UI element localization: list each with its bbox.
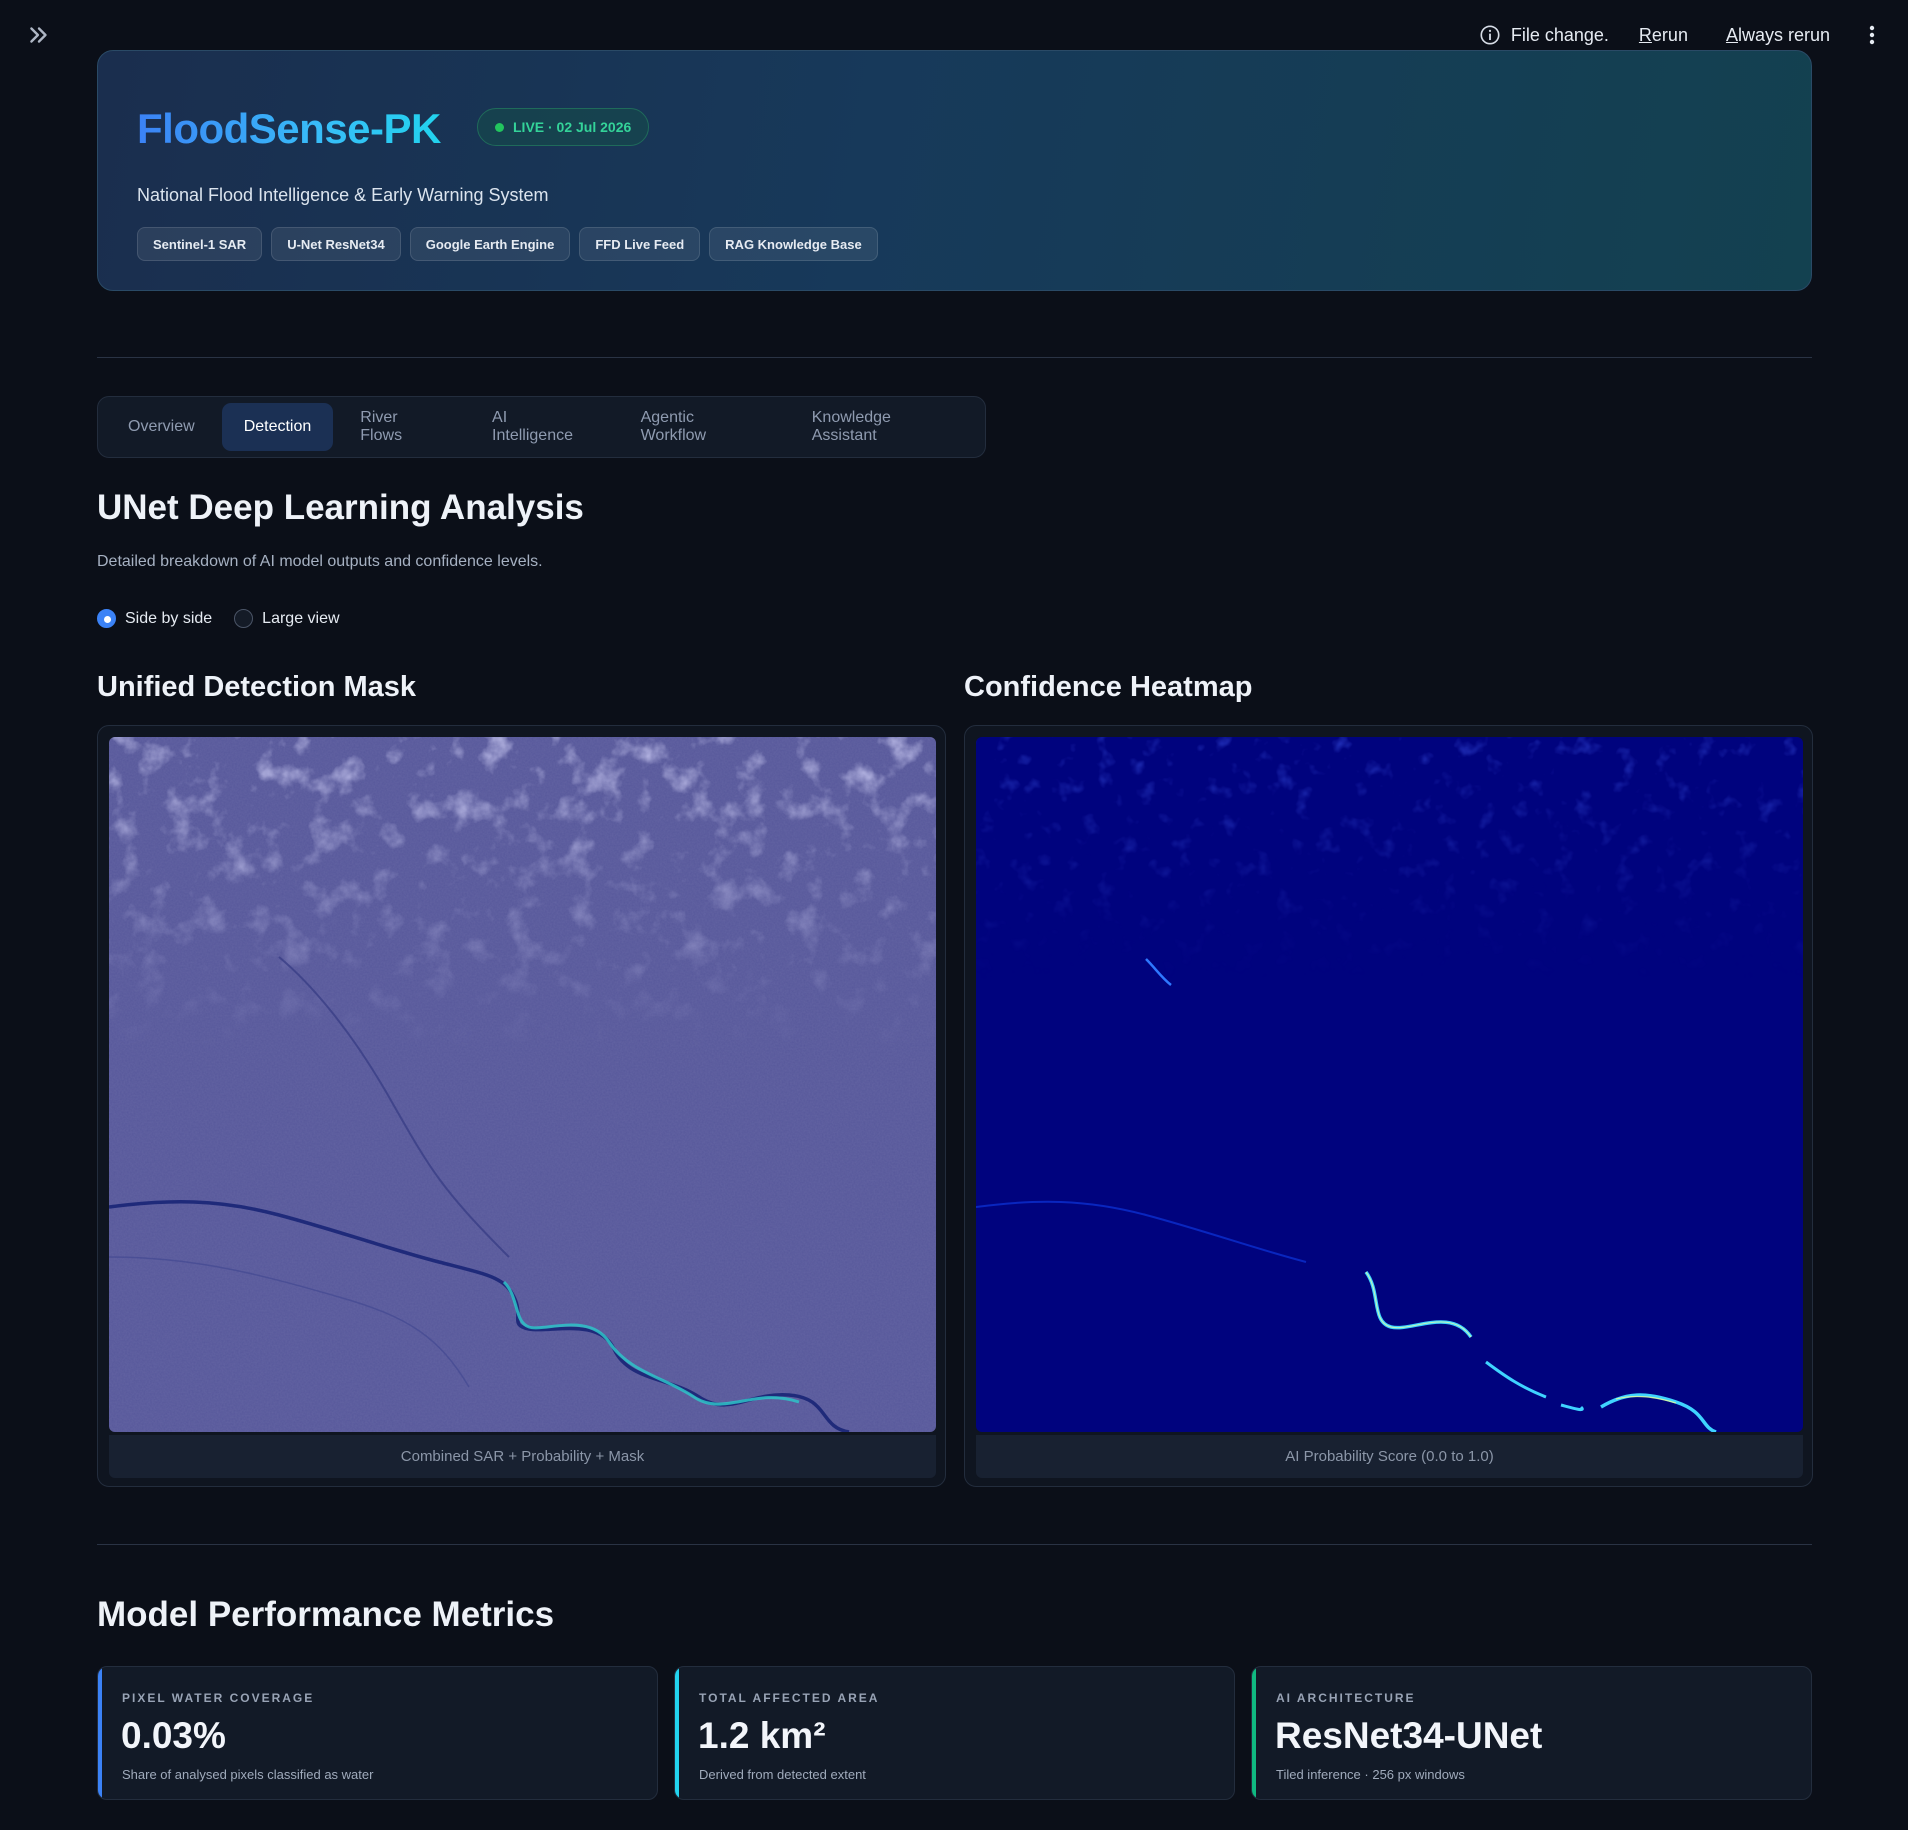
file-change-text: File change. <box>1510 24 1609 45</box>
radio-selected-icon <box>97 609 116 628</box>
metric-accent-bar <box>1252 1667 1256 1799</box>
rerun-button[interactable]: Rerun <box>1639 25 1688 46</box>
tab-knowledge-assistant[interactable]: Knowledge Assistant <box>790 403 980 451</box>
mask-panel-title: Unified Detection Mask <box>97 671 417 703</box>
metric-card-water-coverage: PIXEL WATER COVERAGE 0.03% Share of anal… <box>97 1666 658 1800</box>
metric-card-architecture: AI ARCHITECTURE ResNet34-UNet Tiled infe… <box>1251 1666 1812 1800</box>
tab-ai-intelligence[interactable]: AI Intelligence <box>470 403 614 451</box>
radio-label: Large view <box>262 609 340 627</box>
divider <box>97 1544 1812 1545</box>
tab-detection[interactable]: Detection <box>221 403 334 451</box>
app-subtitle: National Flood Intelligence & Early Warn… <box>137 185 549 205</box>
heatmap-caption: AI Probability Score (0.0 to 1.0) <box>976 1435 1803 1478</box>
tech-tags: Sentinel-1 SAR U-Net ResNet34 Google Ear… <box>137 227 878 261</box>
metric-note: Share of analysed pixels classified as w… <box>122 1767 374 1782</box>
metric-accent-bar <box>98 1667 102 1799</box>
tab-agentic-workflow[interactable]: Agentic Workflow <box>619 403 785 451</box>
live-badge-text: LIVE · 02 Jul 2026 <box>513 119 632 135</box>
metric-card-affected-area: TOTAL AFFECTED AREA 1.2 km² Derived from… <box>674 1666 1235 1800</box>
metrics-title: Model Performance Metrics <box>97 1595 555 1634</box>
metric-value: 1.2 km² <box>698 1715 826 1756</box>
confidence-heatmap-image <box>976 737 1803 1432</box>
metric-note: Tiled inference · 256 px windows <box>1276 1767 1465 1782</box>
live-status-badge: LIVE · 02 Jul 2026 <box>477 108 650 146</box>
file-change-status: File change. <box>1479 24 1609 46</box>
tab-river-flows[interactable]: River Flows <box>338 403 465 451</box>
mask-caption: Combined SAR + Probability + Mask <box>109 1435 936 1478</box>
metric-value: 0.03% <box>121 1715 226 1756</box>
metric-label: AI ARCHITECTURE <box>1276 1691 1416 1705</box>
confidence-heatmap-panel: AI Probability Score (0.0 to 1.0) <box>964 725 1813 1487</box>
tab-overview[interactable]: Overview <box>106 403 217 451</box>
radio-side-by-side[interactable]: Side by side <box>97 609 212 628</box>
main-menu-icon[interactable] <box>1868 24 1876 46</box>
detection-mask-panel: Combined SAR + Probability + Mask <box>97 725 946 1487</box>
metric-label: PIXEL WATER COVERAGE <box>122 1691 315 1705</box>
tag-sentinel: Sentinel-1 SAR <box>137 227 263 261</box>
detection-mask-image <box>109 737 936 1432</box>
info-icon <box>1480 25 1500 45</box>
section-description: Detailed breakdown of AI model outputs a… <box>97 553 543 570</box>
radio-large-view[interactable]: Large view <box>234 609 340 628</box>
expand-sidebar-icon[interactable] <box>26 22 52 48</box>
metric-note: Derived from detected extent <box>699 1767 866 1782</box>
always-rerun-button[interactable]: Always rerun <box>1726 25 1830 46</box>
metric-accent-bar <box>675 1667 679 1799</box>
hero-banner: FloodSense-PK LIVE · 02 Jul 2026 Nationa… <box>97 50 1812 291</box>
divider <box>97 357 1812 358</box>
metric-label: TOTAL AFFECTED AREA <box>699 1691 880 1705</box>
live-dot-icon <box>495 122 504 132</box>
tag-ffd: FFD Live Feed <box>579 227 701 261</box>
app-title: FloodSense-PK <box>137 105 441 152</box>
metric-value: ResNet34-UNet <box>1275 1715 1543 1756</box>
section-title: UNet Deep Learning Analysis <box>97 488 584 527</box>
tab-bar: Overview Detection River Flows AI Intell… <box>97 396 986 458</box>
tag-rag: RAG Knowledge Base <box>709 227 878 261</box>
heatmap-panel-title: Confidence Heatmap <box>964 671 1253 703</box>
view-mode-radio-group: Side by side Large view <box>97 609 362 628</box>
radio-label: Side by side <box>125 609 213 627</box>
radio-unselected-icon <box>234 609 254 628</box>
tag-unet: U-Net ResNet34 <box>271 227 401 261</box>
tag-gee: Google Earth Engine <box>409 227 571 261</box>
